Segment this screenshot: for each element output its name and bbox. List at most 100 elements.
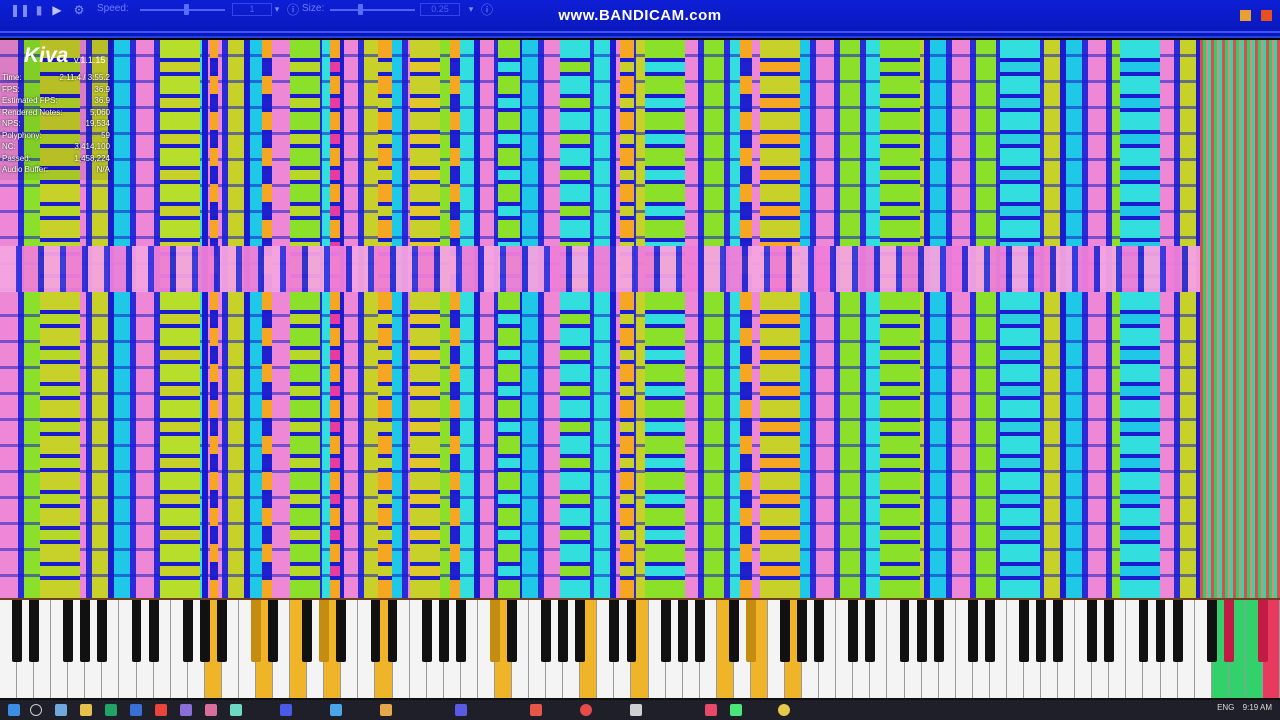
note-column bbox=[498, 40, 520, 598]
piano-black-key bbox=[1019, 600, 1029, 662]
piano-black-key bbox=[370, 600, 381, 662]
stat-row: FPS: 36.9 bbox=[2, 84, 110, 95]
stat-row: NPS: 19,534 bbox=[2, 118, 110, 129]
stat-value: N/A bbox=[96, 165, 110, 174]
app-icon[interactable] bbox=[455, 704, 467, 716]
app-icon[interactable] bbox=[205, 704, 217, 716]
piano-black-key bbox=[268, 600, 278, 662]
bandicam-stop-icon[interactable] bbox=[1261, 10, 1272, 21]
piano-black-key bbox=[984, 600, 995, 662]
stat-row: Time: 2:11.4 / 3:55.2 bbox=[2, 72, 110, 83]
piano-black-key bbox=[1087, 600, 1098, 662]
piano-black-key bbox=[899, 600, 910, 662]
stat-value: 59 bbox=[101, 130, 110, 140]
stat-value: 3,414,100 bbox=[74, 142, 110, 151]
player-toolbar: ❚❚ ▮ ▶ ⚙ Speed: 1 ▾ ⓘ Size: 0.25 ▾ ⓘ www… bbox=[0, 0, 1280, 38]
note-column-high-range bbox=[1200, 40, 1280, 598]
stat-row: Passed: 1,458,224 bbox=[2, 153, 110, 164]
stat-value: 2:11.4 / 3:55.2 bbox=[59, 73, 110, 82]
piano-black-key bbox=[1138, 600, 1149, 662]
piano-black-key bbox=[694, 600, 705, 662]
bandicam-watermark: www.BANDICAM.com bbox=[558, 7, 722, 24]
task-view-icon[interactable] bbox=[55, 704, 67, 716]
stat-label: Estimated FPS: bbox=[2, 96, 58, 105]
piano-black-key bbox=[1206, 600, 1217, 662]
piano-black-key bbox=[814, 600, 825, 662]
stat-label: NC: bbox=[2, 142, 16, 151]
stat-row: Rendered Notes: 5,060 bbox=[2, 107, 110, 118]
piano-black-key bbox=[660, 600, 671, 662]
piano-black-key bbox=[558, 600, 569, 662]
piano-black-key bbox=[489, 600, 500, 662]
piano-black-key bbox=[1172, 600, 1183, 662]
note-column bbox=[450, 40, 460, 598]
stat-label: Polyphony: bbox=[2, 130, 42, 140]
falling-notes-area bbox=[0, 40, 1280, 598]
note-column bbox=[880, 40, 920, 598]
note-column bbox=[262, 40, 272, 598]
note-column bbox=[378, 40, 392, 598]
piano-black-key bbox=[455, 600, 466, 662]
pink-note-band bbox=[0, 246, 1200, 292]
stat-value: 36.9 bbox=[94, 84, 110, 94]
app-icon[interactable] bbox=[230, 704, 242, 716]
search-icon[interactable] bbox=[30, 704, 42, 716]
piano-black-key bbox=[609, 600, 620, 662]
piano-black-key bbox=[677, 600, 688, 662]
app-icon[interactable] bbox=[330, 704, 342, 716]
piano-black-key bbox=[216, 600, 227, 662]
chrome-icon[interactable] bbox=[778, 704, 790, 716]
stat-value: 1,458,224 bbox=[74, 153, 110, 163]
system-tray: ENG 9:19 AM bbox=[1211, 703, 1272, 712]
app-icon[interactable] bbox=[380, 704, 392, 716]
bandicam-icon[interactable] bbox=[580, 704, 592, 716]
language-indicator[interactable]: ENG bbox=[1217, 703, 1234, 712]
note-column bbox=[1120, 40, 1160, 598]
windows-icon[interactable] bbox=[8, 704, 20, 716]
stats-panel: Kiva v.1.1.15 Time: 2:11.4 / 3:55.2 FPS: 36… bbox=[0, 40, 112, 180]
piano-black-key bbox=[507, 600, 517, 662]
note-column bbox=[560, 40, 590, 598]
piano-black-key bbox=[1053, 600, 1064, 662]
piano-black-key bbox=[848, 600, 859, 662]
app-icon[interactable] bbox=[280, 704, 292, 716]
piano-black-key bbox=[131, 600, 142, 662]
piano-black-key bbox=[1036, 600, 1046, 662]
note-column bbox=[740, 40, 752, 598]
piano-black-key bbox=[797, 600, 808, 662]
app-icon[interactable] bbox=[630, 704, 642, 716]
piano-black-key bbox=[728, 600, 739, 662]
stat-value: 19,534 bbox=[85, 119, 110, 128]
note-column bbox=[160, 40, 200, 598]
app-icon[interactable] bbox=[530, 704, 542, 716]
piano-black-key bbox=[148, 600, 159, 662]
bandicam-record-icon[interactable] bbox=[1239, 10, 1251, 21]
stat-label: Time: bbox=[2, 73, 22, 82]
note-column bbox=[290, 40, 320, 598]
piano-black-key bbox=[63, 600, 74, 662]
stat-label: NPS: bbox=[2, 119, 21, 128]
excel-icon[interactable] bbox=[105, 704, 117, 716]
piano-black-key bbox=[916, 600, 927, 662]
clock[interactable]: 9:19 AM bbox=[1243, 703, 1272, 712]
stat-row: Audio Buffer: N/A bbox=[2, 164, 110, 175]
note-column bbox=[330, 40, 340, 598]
app-icon[interactable] bbox=[730, 704, 742, 716]
file-explorer-icon[interactable] bbox=[80, 704, 92, 716]
piano-black-key bbox=[745, 600, 756, 662]
piano-black-key bbox=[182, 600, 193, 662]
piano-black-key bbox=[780, 600, 790, 662]
note-column bbox=[1000, 40, 1040, 598]
stat-label: Rendered Notes: bbox=[2, 107, 63, 117]
stat-label: Audio Buffer: bbox=[2, 165, 49, 174]
piano-black-key bbox=[933, 600, 944, 662]
app-icon[interactable] bbox=[705, 704, 717, 716]
piano-black-key bbox=[251, 600, 261, 662]
stat-row: NC: 3,414,100 bbox=[2, 141, 110, 152]
piano-black-key bbox=[626, 600, 637, 662]
edge-icon[interactable] bbox=[130, 704, 142, 716]
chrome-icon[interactable] bbox=[155, 704, 167, 716]
note-column bbox=[760, 40, 800, 598]
app-icon[interactable] bbox=[180, 704, 192, 716]
note-column bbox=[620, 40, 634, 598]
